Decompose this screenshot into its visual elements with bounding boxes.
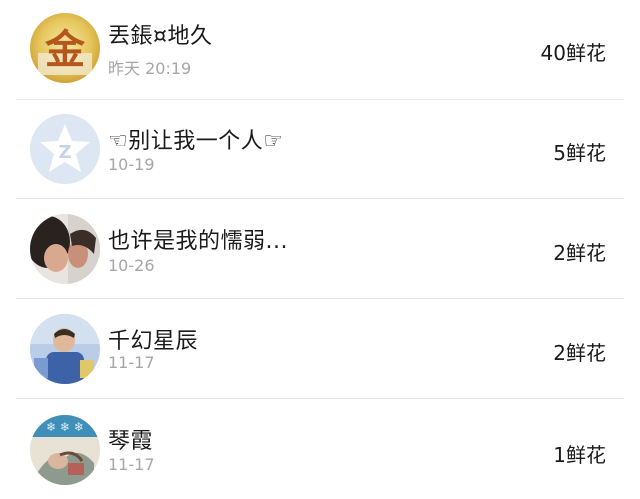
list-item[interactable]: Z ☜别让我一个人☞ 10-19 5鲜花 [0, 99, 640, 199]
contact-name: 也许是我的懦弱... [108, 229, 288, 254]
couple-photo-avatar[interactable] [30, 214, 100, 284]
child-photo-avatar[interactable] [30, 314, 100, 384]
timestamp: 11-17 [108, 455, 155, 474]
flower-count: 1鲜花 [553, 443, 606, 467]
timestamp: 11-17 [108, 353, 155, 372]
flower-count: 5鲜花 [553, 141, 606, 165]
flower-count: 40鲜花 [540, 41, 606, 65]
svg-text:⾦: ⾦ [44, 26, 86, 73]
timestamp: 10-19 [108, 155, 155, 174]
contact-name: 千幻星辰 [108, 329, 199, 354]
list-item[interactable]: ⾦ 丟鋹¤地久 昨天 20:19 40鲜花 [0, 0, 640, 100]
svg-text:❄ ❄ ❄: ❄ ❄ ❄ [46, 420, 84, 434]
flower-count: 2鲜花 [553, 241, 606, 265]
flower-ranking-list: ⾦ 丟鋹¤地久 昨天 20:19 40鲜花 Z ☜别让我一个人☞ 10-19 5… [0, 0, 640, 496]
contact-name: ☜别让我一个人☞ [108, 129, 284, 154]
list-item[interactable]: 也许是我的懦弱... 10-26 2鲜花 [0, 199, 640, 299]
timestamp: 10-26 [108, 256, 155, 275]
svg-text:Z: Z [58, 142, 71, 163]
default-qq-avatar[interactable]: Z [30, 114, 100, 184]
painting-avatar[interactable]: ❄ ❄ ❄ [30, 415, 100, 485]
flower-count: 2鲜花 [553, 341, 606, 365]
list-item[interactable]: ❄ ❄ ❄ 琴霞 11-17 1鲜花 [0, 399, 640, 499]
contact-name: 丟鋹¤地久 [108, 24, 213, 49]
contact-name: 琴霞 [108, 429, 154, 454]
golden-character-avatar[interactable]: ⾦ [30, 13, 100, 83]
list-item[interactable]: 千幻星辰 11-17 2鲜花 [0, 299, 640, 399]
timestamp: 昨天 20:19 [108, 59, 192, 78]
